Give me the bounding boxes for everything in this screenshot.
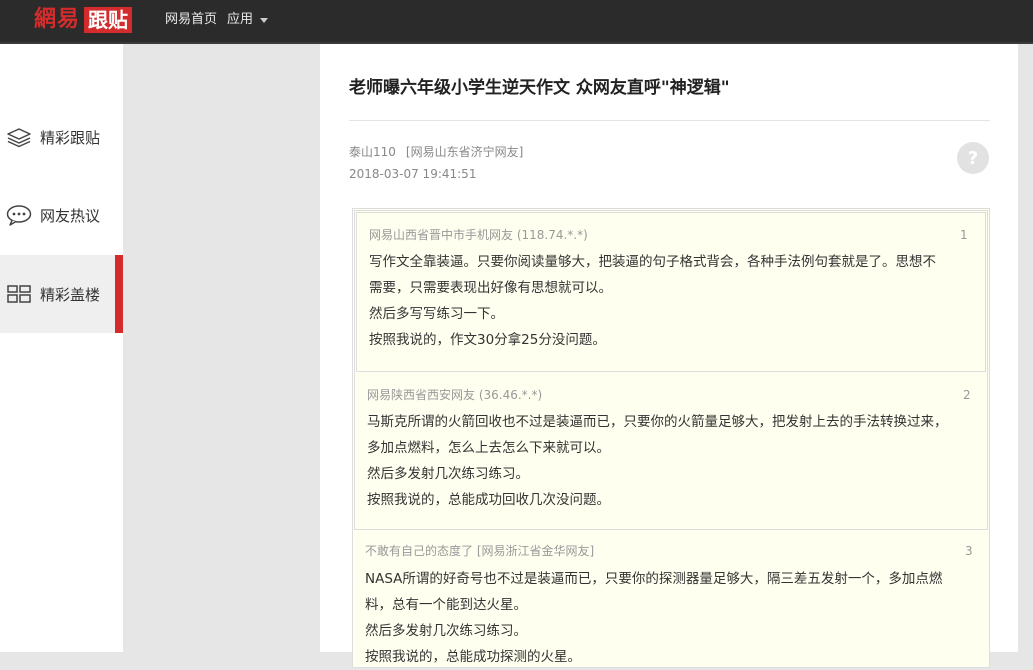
- sidebar-item-building[interactable]: 精彩盖楼: [0, 255, 123, 333]
- sidebar: 精彩跟贴 网友热议 精彩盖楼: [0, 44, 123, 652]
- floor-number: 1: [960, 228, 968, 242]
- post-author-location: [网易山东省济宁网友]: [405, 145, 524, 159]
- comment-line: 按照我说的，总能成功探测的火星。: [365, 649, 581, 665]
- comment-body: 马斯克所谓的火箭回收也不过是装逼而已，只要你的火箭量足够大，把发射上去的手法转换…: [367, 409, 948, 513]
- layers-icon: [7, 128, 31, 148]
- comment-line: 按照我说的，作文30分拿25分没问题。: [369, 332, 606, 348]
- comment-line: 写作文全靠装逼。只要你阅读量够大，把装逼的句子格式背会，各种手法例句套就是了。思…: [369, 254, 936, 270]
- comment-line: 需要，只需要表现出好像有思想就可以。: [369, 280, 612, 296]
- comment-line: 然后多发射几次练习练习。: [365, 623, 527, 639]
- comment-box-floor-1: 网易山西省晋中市手机网友 (118.74.*.*) 1 写作文全靠装逼。只要你阅…: [356, 212, 986, 372]
- comment-line: NASA所谓的好奇号也不过是装逼而已，只要你的探测器量足够大，隔三差五发射一个，…: [365, 571, 943, 587]
- comment-line: 料，总有一个能到达火星。: [365, 597, 527, 613]
- comment-box-floor-2: 网易陕西省西安网友 (36.46.*.*) 2 马斯克所谓的火箭回收也不过是装逼…: [354, 210, 988, 530]
- comment-line: 然后多写写练习一下。: [369, 306, 504, 322]
- sidebar-item-label: 精彩跟贴: [40, 129, 101, 147]
- comment-header: 网易陕西省西安网友 (36.46.*.*): [367, 388, 543, 402]
- comment-line: 马斯克所谓的火箭回收也不过是装逼而已，只要你的火箭量足够大，把发射上去的手法转换…: [367, 414, 948, 430]
- top-navbar: 網易 跟贴 网易首页 应用: [0, 0, 1033, 44]
- netease-logo[interactable]: 網易 跟贴: [34, 6, 133, 34]
- comment-line: 多加点燃料，怎么上去怎么下来就可以。: [367, 440, 610, 456]
- comment-header: 不敢有自己的态度了 [网易浙江省金华网友]: [365, 544, 595, 558]
- post-title[interactable]: 老师曝六年级小学生逆天作文 众网友直呼"神逻辑": [349, 76, 730, 100]
- nav-app-label: 应用: [227, 12, 254, 27]
- floor-number: 2: [963, 388, 971, 402]
- logo-text: 網易: [34, 7, 81, 32]
- comment-box-floor-3: 不敢有自己的态度了 [网易浙江省金华网友] 3 NASA所谓的好奇号也不过是装逼…: [352, 208, 990, 668]
- comment-body: NASA所谓的好奇号也不过是装逼而已，只要你的探测器量足够大，隔三差五发射一个，…: [365, 566, 942, 670]
- nav-home-link[interactable]: 网易首页: [165, 11, 217, 29]
- post-author-line: 泰山110 [网易山东省济宁网友]: [349, 143, 523, 161]
- post-time: 2018-03-07 19:41:51: [349, 167, 477, 181]
- avatar[interactable]: ?: [957, 142, 989, 174]
- comment-header: 网易山西省晋中市手机网友 (118.74.*.*): [369, 228, 588, 242]
- grid-icon: [7, 285, 31, 303]
- sidebar-item-featured[interactable]: 精彩跟贴: [0, 98, 123, 176]
- avatar-placeholder-icon: ?: [967, 147, 979, 169]
- post-author[interactable]: 泰山110: [349, 145, 396, 159]
- sidebar-item-label: 精彩盖楼: [40, 286, 101, 304]
- title-divider: [349, 120, 990, 121]
- sidebar-item-hot-discussion[interactable]: 网友热议: [0, 176, 123, 254]
- comment-line: 然后多发射几次练习练习。: [367, 466, 529, 482]
- sidebar-item-label: 网友热议: [40, 207, 101, 225]
- comment-body: 写作文全靠装逼。只要你阅读量够大，把装逼的句子格式背会，各种手法例句套就是了。思…: [369, 249, 936, 353]
- nav-app-dropdown[interactable]: 应用: [227, 11, 269, 29]
- floor-number: 3: [965, 544, 973, 558]
- comment-line: 按照我说的，总能成功回收几次没问题。: [367, 492, 610, 508]
- post-panel: 老师曝六年级小学生逆天作文 众网友直呼"神逻辑" 泰山110 [网易山东省济宁网友…: [320, 44, 1018, 668]
- caret-down-icon: [260, 17, 269, 23]
- logo-badge: 跟贴: [84, 7, 133, 33]
- chat-bubble-icon: [6, 205, 32, 226]
